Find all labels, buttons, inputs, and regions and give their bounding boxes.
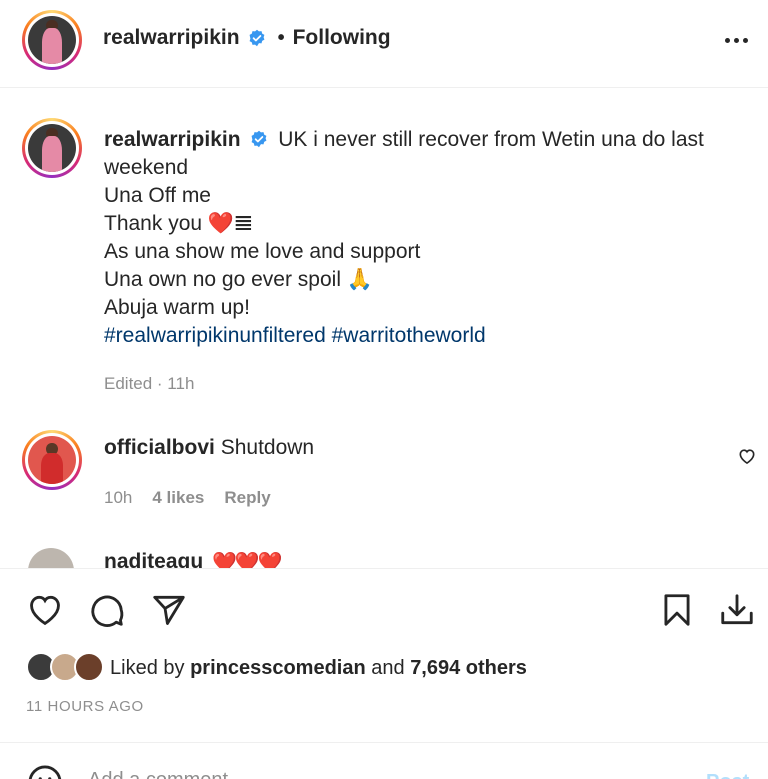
post-timestamp[interactable]: 11 HOURS AGO <box>26 698 144 715</box>
separator-dot: • <box>277 26 285 49</box>
comment: officialbovi Shutdown <box>104 434 314 462</box>
emoji-smile-icon[interactable] <box>26 763 64 779</box>
liked-by-prefix: Liked by <box>110 656 185 679</box>
avatar <box>28 16 76 64</box>
caption-username[interactable]: realwarripikin <box>104 128 241 151</box>
post-button[interactable]: Post <box>706 771 749 779</box>
comment-username[interactable]: naditeagu <box>104 550 203 568</box>
avatar[interactable] <box>28 548 74 568</box>
comment-meta: 10h 4 likes Reply <box>104 488 271 508</box>
comment-avatar-ring[interactable] <box>22 430 82 490</box>
add-comment-bar: Post <box>0 742 768 779</box>
heart-icon[interactable] <box>26 591 64 629</box>
bookmark-icon[interactable] <box>658 591 696 629</box>
avatar <box>74 652 104 682</box>
partial-comment: naditeagu ❤️❤️❤️ <box>0 540 768 568</box>
hashtag-link[interactable]: #warritotheworld <box>332 324 486 347</box>
caption-line: Una own no go ever spoil 🙏 <box>104 268 373 291</box>
comment-username[interactable]: officialbovi <box>104 436 215 459</box>
avatar <box>28 124 76 172</box>
liked-by-joiner: and <box>371 656 405 679</box>
caption-line: As una show me love and support <box>104 240 421 263</box>
following-button[interactable]: Following <box>293 26 391 50</box>
more-options-icon[interactable] <box>722 30 750 50</box>
reply-button[interactable]: Reply <box>224 488 270 508</box>
profile-avatar-ring[interactable] <box>22 10 82 70</box>
post-caption: realwarripikin UK i never still recover … <box>104 126 744 350</box>
post-header: realwarripikin • Following <box>0 0 768 88</box>
comment-like-heart-icon[interactable] <box>737 446 757 466</box>
header-username[interactable]: realwarripikin <box>103 26 240 50</box>
verified-badge-icon <box>251 130 267 148</box>
caption-meta: Edited · 11h <box>104 374 195 393</box>
likes-count[interactable]: 7,694 others <box>410 657 527 680</box>
comment-input[interactable] <box>88 769 648 779</box>
verified-badge-icon <box>249 29 264 47</box>
comment-time: 10h <box>104 488 133 507</box>
comment-text: Shutdown <box>220 436 315 459</box>
caption-line: Abuja warm up! <box>104 296 250 319</box>
download-icon[interactable] <box>718 591 756 629</box>
comment-likes[interactable]: 4 likes <box>152 488 204 508</box>
liked-by-user[interactable]: princesscomedian <box>190 657 366 680</box>
liked-by-avatars[interactable] <box>26 652 106 684</box>
avatar <box>28 436 76 484</box>
hashtag-link[interactable]: #realwarripikinunfiltered <box>104 324 326 347</box>
caption-line: Una Off me <box>104 184 211 207</box>
comment-text: ❤️❤️❤️ <box>212 552 283 568</box>
likes-summary: Liked by princesscomedian and 7,694 othe… <box>26 652 527 684</box>
paper-plane-icon[interactable] <box>150 591 188 629</box>
caption-line: Thank you ❤️𝌆 <box>104 212 253 235</box>
comment-bubble-icon[interactable] <box>88 591 126 629</box>
caption-avatar-ring[interactable] <box>22 118 82 178</box>
